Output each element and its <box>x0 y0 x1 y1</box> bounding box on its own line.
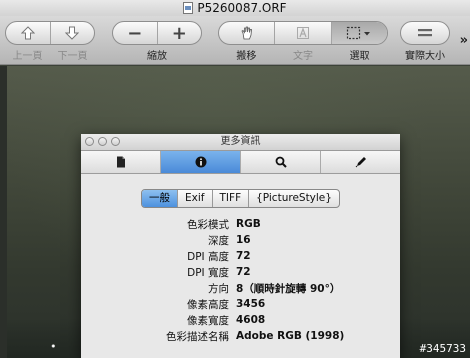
info-icon <box>195 156 206 168</box>
metadata-key: 像素寬度 <box>187 314 229 327</box>
zoom-window-button[interactable] <box>111 137 120 146</box>
metadata-key: 色彩描述名稱 <box>166 330 229 343</box>
zoom-group: − + 縮放 <box>112 21 202 62</box>
zoom-label: 縮放 <box>147 51 167 62</box>
tab-info[interactable] <box>160 151 240 173</box>
next-page-label: 下一頁 <box>57 51 88 62</box>
prev-page-button[interactable] <box>6 22 50 44</box>
metadata-key: 深度 <box>208 234 229 247</box>
magnifier-icon <box>275 156 287 168</box>
tools-control <box>218 21 388 45</box>
tab-annotations[interactable] <box>320 151 400 173</box>
close-button[interactable] <box>85 137 94 146</box>
metadata-value: 4608 <box>236 314 266 326</box>
select-tool-label: 選取 <box>349 51 370 62</box>
metadata-row: 色彩描述名稱 Adobe RGB (1998) <box>81 328 400 344</box>
page-nav-group: 上一頁 下一頁 <box>5 21 95 62</box>
metadata-row: 像素寬度 4608 <box>81 312 400 328</box>
text-tool-label: 文字 <box>293 51 313 62</box>
prev-page-label: 上一頁 <box>12 51 43 62</box>
zoom-control: − + <box>112 21 202 45</box>
select-tool-button[interactable] <box>330 22 387 44</box>
tools-group: 搬移 文字 選取 <box>218 21 388 62</box>
inspector-titlebar: 更多資訊 <box>81 134 400 151</box>
metadata-value: 72 <box>236 250 251 262</box>
metadata-row: 像素高度 3456 <box>81 296 400 312</box>
metadata-list: 色彩模式 RGB 深度 16 DPI 高度 72 DPI 寬度 72 方向 8（… <box>81 216 400 344</box>
tab-keywords[interactable] <box>240 151 320 173</box>
zoom-out-button[interactable]: − <box>113 22 157 44</box>
hand-icon <box>241 26 252 40</box>
toolbar-overflow-button[interactable]: » <box>460 33 468 48</box>
metadata-value: 16 <box>236 234 251 246</box>
arrow-down-icon <box>65 26 80 40</box>
window-controls <box>85 137 120 146</box>
document-icon <box>116 156 125 168</box>
metadata-row: 深度 16 <box>81 232 400 248</box>
tab-general-info[interactable] <box>81 151 160 173</box>
sidebar-edge <box>0 66 7 358</box>
move-tool-button[interactable] <box>219 22 274 44</box>
next-page-button[interactable] <box>49 22 95 44</box>
metadata-row: DPI 寬度 72 <box>81 264 400 280</box>
pencil-icon <box>355 157 366 168</box>
metadata-row: 色彩模式 RGB <box>81 216 400 232</box>
inspector-panel: 更多資訊 一般 Exif TIFF {PictureStyle} 色彩模式 RG… <box>81 134 400 358</box>
page-nav-control <box>5 21 95 45</box>
metadata-value: 8（順時針旋轉 90°） <box>236 282 341 295</box>
subtab-general[interactable]: 一般 <box>142 190 178 207</box>
metadata-key: DPI 高度 <box>187 250 229 263</box>
metadata-value: Adobe RGB (1998) <box>236 330 345 342</box>
window-title: P5260087.ORF <box>197 1 287 15</box>
metadata-row: 方向 8（順時針旋轉 90°） <box>81 280 400 296</box>
zoom-out-icon: − <box>127 22 143 44</box>
subtab-picturestyle[interactable]: {PictureStyle} <box>248 190 339 207</box>
toolbar: 上一頁 下一頁 − + 縮放 搬移 文字 選取 實際大小 » <box>0 16 470 65</box>
watermark: #345733 <box>419 342 466 355</box>
inspector-title: 更多資訊 <box>220 136 261 147</box>
minimize-button[interactable] <box>98 137 107 146</box>
metadata-key: 像素高度 <box>187 298 229 311</box>
subtab-exif[interactable]: Exif <box>177 190 211 207</box>
arrow-up-icon <box>20 26 35 40</box>
move-tool-label: 搬移 <box>236 51 257 62</box>
actual-size-button[interactable] <box>400 21 450 45</box>
metadata-value: RGB <box>236 218 261 230</box>
actual-size-label: 實際大小 <box>405 51 445 62</box>
metadata-subtabs: 一般 Exif TIFF {PictureStyle} <box>141 189 340 208</box>
metadata-key: DPI 寬度 <box>187 266 229 279</box>
zoom-in-icon: + <box>171 22 187 44</box>
metadata-key: 色彩模式 <box>187 218 229 231</box>
document-icon <box>183 2 194 14</box>
text-tool-icon <box>296 27 309 39</box>
window-titlebar: P5260087.ORF <box>0 0 470 16</box>
subtab-tiff[interactable]: TIFF <box>211 190 249 207</box>
selection-marquee-icon <box>347 26 371 40</box>
inspector-tabbar <box>81 151 400 174</box>
text-tool-button[interactable] <box>274 22 330 44</box>
metadata-key: 方向 <box>208 282 229 295</box>
metadata-value: 72 <box>236 266 251 278</box>
metadata-row: DPI 高度 72 <box>81 248 400 264</box>
actual-size-icon <box>418 29 432 37</box>
metadata-value: 3456 <box>236 298 266 310</box>
actual-size-group: 實際大小 <box>400 21 450 62</box>
zoom-in-button[interactable]: + <box>156 22 202 44</box>
